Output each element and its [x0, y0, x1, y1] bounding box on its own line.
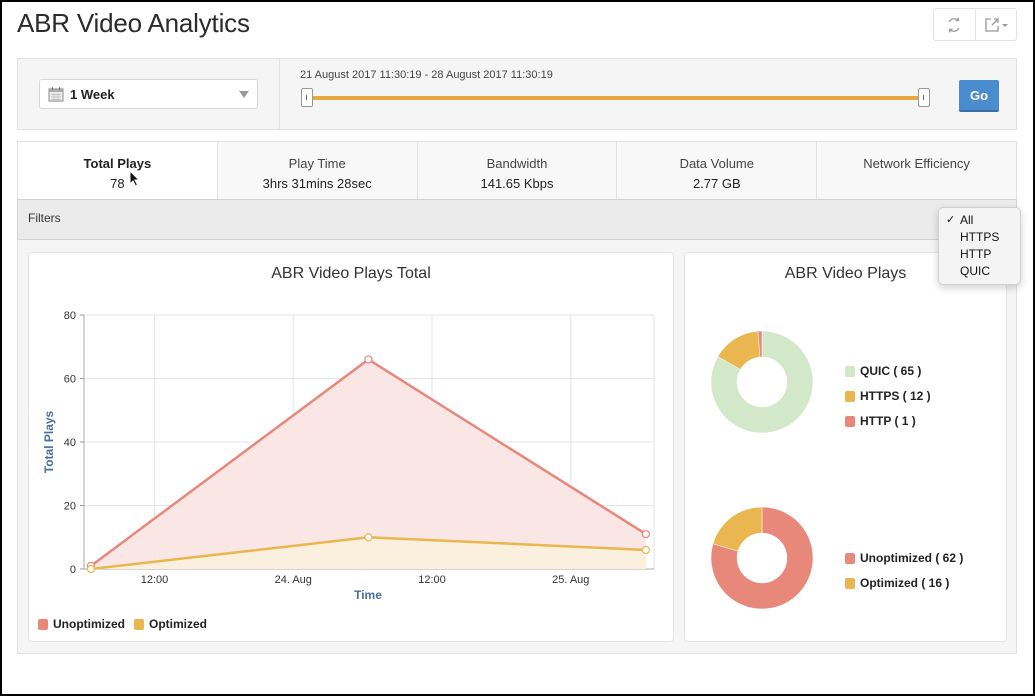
x-tick-label: 25. Aug [552, 574, 589, 586]
x-axis-title: Time [354, 588, 382, 602]
data-point-optimized[interactable] [641, 545, 651, 555]
filter-dropdown-menu: ✓ All HTTPS HTTP QUIC [938, 207, 1021, 285]
app-window: ABR Video Analytics 1 Week 21 August 201… [2, 2, 1033, 694]
kpi-value: 141.65 Kbps [480, 176, 554, 191]
x-tick-label: 24. Aug [275, 574, 312, 586]
plays-total-chart: 0 20 40 60 80 12:00 24. Aug 12:00 25. Aug Time Tot… [42, 310, 655, 602]
legend-label: HTTPS ( 12 ) [860, 389, 931, 403]
legend-http[interactable]: HTTP ( 1 ) [845, 414, 916, 428]
export-button[interactable] [974, 9, 1017, 40]
y-axis-title: Total Plays [42, 410, 56, 473]
data-point-unoptimized[interactable] [641, 529, 651, 539]
legend-https[interactable]: HTTPS ( 12 ) [845, 389, 931, 403]
export-icon [985, 17, 1008, 32]
optimization-donut-chart [710, 506, 814, 610]
kpi-title: Bandwidth [486, 156, 548, 171]
tab-total-plays[interactable]: Total Plays 78 [18, 142, 217, 200]
legend-swatch [134, 618, 144, 630]
page-title: ABR Video Analytics [17, 8, 250, 38]
range-start-handle[interactable] [301, 88, 313, 107]
y-tick-label: 80 [64, 310, 76, 322]
plays-breakdown-card: ABR Video Plays QUIC ( 65 ) HTTPS ( 12 )… [684, 252, 1007, 642]
legend-label: Optimized [149, 617, 208, 631]
time-range-panel: 1 Week 21 August 2017 11:30:19 - 28 Augu… [17, 58, 1017, 130]
kpi-title: Total Plays [83, 156, 152, 171]
legend-swatch [38, 618, 48, 630]
chevron-down-icon [239, 91, 249, 98]
data-point-optimized[interactable] [86, 564, 96, 574]
kpi-title: Network Efficiency [863, 156, 970, 171]
legend-label: HTTP ( 1 ) [860, 414, 916, 428]
plays-total-card: ABR Video Plays Total 0 20 40 60 80 12:00 24. … [28, 252, 674, 642]
calendar-icon [48, 87, 64, 102]
divider [279, 59, 280, 129]
legend-optimized[interactable]: Optimized [134, 617, 207, 631]
option-label: All [960, 213, 974, 227]
legend-swatch [845, 577, 855, 589]
tab-network-efficiency[interactable]: Network Efficiency [816, 142, 1016, 200]
data-point-optimized[interactable] [364, 533, 373, 542]
y-tick-label: 20 [64, 501, 76, 513]
kpi-value: 78 [110, 176, 125, 191]
kpi-tabs: Total Plays 78 Play Time 3hrs 31mins 28s… [17, 141, 1017, 200]
option-label: HTTPS [960, 230, 1000, 244]
legend-label: Unoptimized [53, 617, 125, 631]
y-tick-label: 40 [64, 437, 76, 449]
y-tick-label: 0 [70, 564, 76, 576]
tab-play-time[interactable]: Play Time 3hrs 31mins 28sec [216, 142, 417, 200]
data-point-unoptimized[interactable] [364, 355, 373, 364]
legend-label: Unoptimized ( 62 ) [860, 551, 964, 565]
legend-unoptimized[interactable]: Unoptimized [38, 617, 125, 631]
legend-unoptimized-total[interactable]: Unoptimized ( 62 ) [845, 551, 963, 565]
filter-option-http[interactable]: HTTP [939, 246, 1020, 263]
period-dropdown[interactable]: 1 Week [39, 79, 258, 109]
legend-label: QUIC ( 65 ) [860, 364, 922, 378]
date-range-slider-track[interactable] [307, 96, 924, 100]
protocol-donut-chart [710, 330, 814, 434]
legend-swatch [845, 415, 855, 427]
legend-swatch [845, 552, 855, 564]
legend-optimized-total[interactable]: Optimized ( 16 ) [845, 576, 949, 590]
filter-option-all[interactable]: ✓ All [939, 212, 1020, 229]
filter-option-quic[interactable]: QUIC [939, 263, 1020, 280]
option-label: HTTP [960, 247, 992, 261]
page-toolbar [933, 8, 1017, 41]
legend-swatch [845, 365, 855, 377]
kpi-value: 2.77 GB [692, 176, 741, 191]
chevron-down-icon [1001, 23, 1008, 27]
go-button[interactable]: Go [959, 80, 999, 112]
legend-swatch [845, 390, 855, 402]
tab-data-volume[interactable]: Data Volume 2.77 GB [616, 142, 816, 200]
range-end-handle[interactable] [918, 88, 930, 107]
refresh-button[interactable] [934, 9, 975, 40]
x-tick-label: 12:00 [141, 574, 169, 586]
tab-bandwidth[interactable]: Bandwidth 141.65 Kbps [416, 142, 617, 200]
filters-bar[interactable]: Filters [17, 199, 1017, 240]
mouse-cursor-icon [129, 170, 141, 187]
filter-option-https[interactable]: HTTPS [939, 229, 1020, 246]
x-tick-label: 12:00 [418, 574, 446, 586]
legend-label: Optimized ( 16 ) [860, 576, 950, 590]
checkmark-icon: ✓ [946, 214, 956, 226]
donut-slice-optimized[interactable] [712, 506, 763, 552]
period-value: 1 Week [70, 86, 115, 102]
legend-quic[interactable]: QUIC ( 65 ) [845, 364, 921, 378]
filters-label: Filters [28, 211, 61, 225]
kpi-title: Play Time [288, 156, 346, 171]
refresh-icon [948, 16, 960, 33]
y-tick-label: 60 [64, 374, 76, 386]
kpi-value: 3hrs 31mins 28sec [262, 176, 372, 191]
option-label: QUIC [960, 264, 990, 278]
date-range-text: 21 August 2017 11:30:19 - 28 August 2017… [300, 69, 553, 81]
kpi-title: Data Volume [679, 156, 754, 171]
